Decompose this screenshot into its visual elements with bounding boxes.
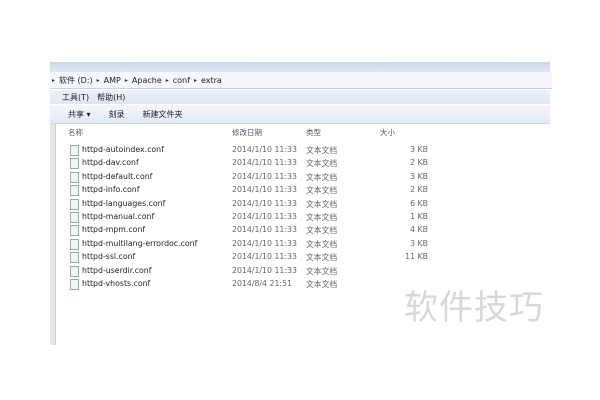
file-date: 2014/1/10 11:33 [232,252,297,262]
breadcrumb-separator-icon[interactable]: ▸ [125,77,128,84]
breadcrumb-item[interactable]: extra [201,76,222,85]
toolbar: 共享 ▾ 刻录 新建文件夹 [50,105,550,124]
file-date: 2014/1/10 11:33 [232,265,297,275]
column-date[interactable]: 修改日期 [232,127,262,138]
file-type: 文本文档 [306,280,338,289]
file-row[interactable]: httpd-mpm.conf 2014/1/10 11:33 文本文档 4 KB [70,224,430,237]
file-date: 2014/1/10 11:33 [232,145,297,154]
breadcrumb-separator-icon[interactable]: ▸ [97,77,100,84]
menu-item-tools[interactable]: 工具(T) [62,92,89,103]
file-size: 1 KB [410,212,428,221]
file-size: 3 KB [410,145,428,154]
file-row[interactable]: httpd-dav.conf 2014/1/10 11:33 文本文档 2 KB [70,157,430,170]
file-size: 4 KB [410,225,428,235]
file-type: 文本文档 [306,213,338,222]
file-name: httpd-mpm.conf [82,225,146,235]
breadcrumb-separator-icon[interactable]: ▸ [194,77,197,84]
file-name: httpd-dav.conf [82,158,139,168]
file-date: 2014/1/10 11:33 [232,238,297,248]
breadcrumb-separator-icon[interactable]: ▸ [52,77,55,84]
menu-item-help[interactable]: 帮助(H) [97,92,125,103]
file-name: httpd-autoindex.conf [82,145,164,154]
breadcrumb-separator-icon[interactable]: ▸ [166,77,169,84]
file-size: 6 KB [410,198,428,208]
file-row[interactable]: httpd-ssl.conf 2014/1/10 11:33 文本文档 11 K… [70,251,430,264]
file-date: 2014/1/10 11:33 [232,171,297,181]
file-date: 2014/1/10 11:33 [232,225,297,235]
file-type: 文本文档 [306,172,338,182]
file-date: 2014/1/10 11:33 [232,212,297,221]
file-row[interactable]: httpd-multilang-errordoc.conf 2014/1/10 … [70,238,430,251]
file-size: 11 KB [405,252,428,262]
watermark: 软件技巧 [404,280,544,329]
breadcrumb-item[interactable]: 软件 (D:) [59,75,93,86]
file-type: 文本文档 [306,199,338,209]
text-file-icon [70,279,79,290]
breadcrumb-item[interactable]: AMP [104,76,121,85]
text-file-icon [70,145,79,156]
file-type: 文本文档 [306,159,338,169]
text-file-icon [70,171,79,183]
text-file-icon [70,212,79,223]
file-date: 2014/8/4 21:51 [232,279,292,288]
column-header: 名称 修改日期 类型 大小 [50,124,430,138]
file-size: 2 KB [410,185,428,195]
file-row[interactable]: httpd-default.conf 2014/1/10 11:33 文本文档 … [70,171,430,184]
file-type: 文本文档 [306,253,338,263]
text-file-icon [70,185,79,197]
file-date: 2014/1/10 11:33 [232,185,297,195]
file-size: 2 KB [410,158,428,168]
file-type: 文本文档 [306,266,338,276]
share-button[interactable]: 共享 ▾ [68,109,91,120]
burn-button[interactable]: 刻录 [109,109,125,120]
file-row[interactable]: httpd-languages.conf 2014/1/10 11:33 文本文… [70,198,430,211]
file-name: httpd-vhosts.conf [82,279,151,288]
file-name: httpd-multilang-errordoc.conf [82,238,198,248]
file-row[interactable]: httpd-autoindex.conf 2014/1/10 11:33 文本文… [70,144,430,157]
breadcrumb-item[interactable]: Apache [132,76,162,85]
left-scrollbar[interactable] [50,124,56,345]
file-name: httpd-userdir.conf [82,265,152,275]
text-file-icon [70,225,79,237]
file-name: httpd-info.conf [82,185,140,195]
file-row[interactable]: httpd-manual.conf 2014/1/10 11:33 文本文档 1… [70,211,430,224]
menu-bar: 工具(T) 帮助(H) [50,90,550,104]
file-name: httpd-manual.conf [82,212,155,221]
file-row[interactable]: httpd-info.conf 2014/1/10 11:33 文本文档 2 K… [70,184,430,197]
column-name[interactable]: 名称 [68,127,83,138]
file-size: 3 KB [410,171,428,181]
text-file-icon [70,198,79,210]
file-name: httpd-languages.conf [82,198,166,208]
file-date: 2014/1/10 11:33 [232,198,297,208]
text-file-icon [70,158,79,170]
title-strip [50,62,550,72]
column-size[interactable]: 大小 [380,127,395,138]
file-type: 文本文档 [306,186,338,196]
address-bar[interactable]: ▸ 软件 (D:) ▸ AMP ▸ Apache ▸ conf ▸ extra [50,72,552,89]
file-name: httpd-default.conf [82,171,153,181]
file-row[interactable]: httpd-userdir.conf 2014/1/10 11:33 文本文档 [70,265,430,278]
file-date: 2014/1/10 11:33 [232,158,297,168]
file-type: 文本文档 [306,226,338,236]
column-type[interactable]: 类型 [306,127,321,138]
text-file-icon [70,238,79,250]
file-name: httpd-ssl.conf [82,252,136,262]
new-folder-button[interactable]: 新建文件夹 [143,109,183,120]
file-type: 文本文档 [306,146,338,155]
text-file-icon [70,265,79,277]
text-file-icon [70,252,79,264]
file-type: 文本文档 [306,239,338,249]
file-row[interactable]: httpd-vhosts.conf 2014/8/4 21:51 文本文档 [70,278,430,291]
file-size: 3 KB [410,238,428,248]
breadcrumb-item[interactable]: conf [173,76,190,85]
